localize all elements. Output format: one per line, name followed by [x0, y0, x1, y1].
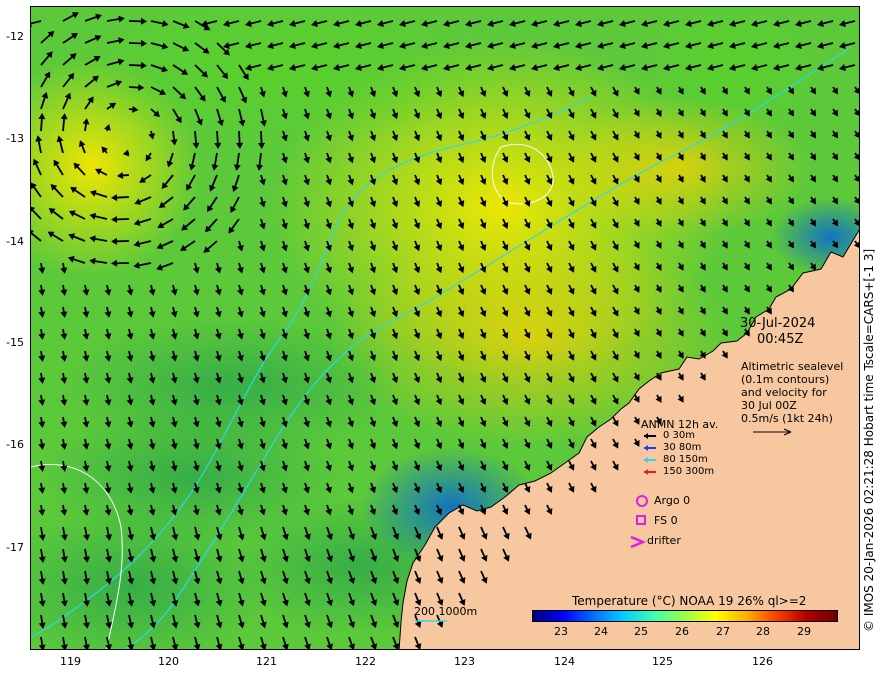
lat-label: -15	[6, 336, 24, 349]
anmn-legend-item: 0 30m	[663, 430, 696, 441]
colorbar-tick: 27	[716, 625, 730, 638]
lon-label: 121	[256, 655, 277, 668]
anmn-legend-item: 30 80m	[663, 442, 702, 453]
lat-label: -14	[6, 235, 24, 248]
colorbar-title: Temperature (°C) NOAA 19 26% ql>=2	[572, 594, 807, 608]
colorbar-tick: 23	[554, 625, 568, 638]
lon-label: 124	[554, 655, 575, 668]
lon-label: 126	[752, 655, 773, 668]
lon-label: 123	[454, 655, 475, 668]
lat-label: -17	[6, 541, 24, 554]
lat-label: -13	[6, 132, 24, 145]
fs-label: FS 0	[654, 514, 678, 527]
colorbar-tick: 26	[675, 625, 689, 638]
depth-contour-legend: 200 1000m	[414, 605, 478, 618]
info-line: (0.1m contours)	[741, 373, 830, 386]
info-line: Altimetric sealevel	[741, 360, 844, 373]
map-canvas	[31, 7, 859, 649]
lat-label: -16	[6, 438, 24, 451]
info-line: 30 Jul 00Z	[741, 399, 797, 412]
lon-label: 119	[60, 655, 81, 668]
colorbar-tick: 24	[594, 625, 608, 638]
drifter-label: drifter	[647, 534, 681, 547]
map-date: 30-Jul-2024	[740, 316, 816, 331]
info-line: and velocity for	[741, 386, 827, 399]
lon-label: 122	[355, 655, 376, 668]
anmn-legend-item: 80 150m	[663, 454, 708, 465]
sst-map[interactable]	[30, 6, 860, 650]
temperature-colorbar	[532, 610, 838, 622]
colorbar-tick: 25	[634, 625, 648, 638]
colorbar-tick: 29	[797, 625, 811, 638]
lon-label: 125	[652, 655, 673, 668]
map-time: 00:45Z	[757, 332, 804, 347]
info-line: 0.5m/s (1kt 24h)	[741, 412, 833, 425]
copyright-text: © IMOS 20-Jan-2026 02:21:28 Hobart time …	[862, 248, 876, 632]
colorbar-tick: 28	[756, 625, 770, 638]
anmn-legend-item: 150 300m	[663, 466, 715, 477]
lat-label: -12	[6, 30, 24, 43]
argo-label: Argo 0	[654, 494, 691, 507]
lon-label: 120	[158, 655, 179, 668]
